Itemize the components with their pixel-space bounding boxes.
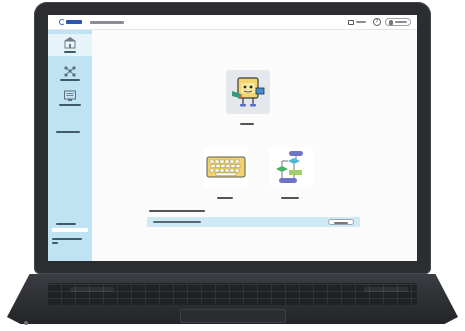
character-mascot-icon xyxy=(232,77,265,107)
keyboard-icon xyxy=(206,156,246,178)
laptop-keyboard xyxy=(48,283,417,305)
sidebar-item-network[interactable] xyxy=(48,62,92,84)
notice-bar xyxy=(147,217,360,227)
sidebar xyxy=(48,30,92,261)
app-logo[interactable] xyxy=(59,19,82,25)
record-button[interactable] xyxy=(345,18,369,26)
sidebar-footer-text xyxy=(52,238,82,240)
sidebar-bottom-button[interactable] xyxy=(52,228,88,232)
notice-button[interactable] xyxy=(328,219,354,225)
notice-text xyxy=(153,221,201,223)
featured-tile[interactable] xyxy=(226,70,270,114)
notice-heading xyxy=(149,210,205,212)
flowchart-tile-label xyxy=(281,197,299,199)
app-title xyxy=(90,20,124,24)
top-bar-actions: ? xyxy=(345,18,411,26)
notice-button-label xyxy=(334,221,348,224)
main-content xyxy=(92,30,417,261)
flowchart-icon xyxy=(276,151,303,183)
keyboard-tile[interactable] xyxy=(204,147,248,187)
laptop-lid: ? xyxy=(34,2,431,274)
flowchart-tile[interactable] xyxy=(269,147,313,187)
user-button[interactable] xyxy=(385,18,411,26)
record-icon xyxy=(348,19,354,25)
record-label xyxy=(356,21,366,23)
laptop-touchpad xyxy=(180,309,286,323)
sidebar-item-label xyxy=(64,51,76,53)
logo-text xyxy=(66,20,82,24)
featured-tile-label xyxy=(240,123,254,125)
sidebar-footer-text-2 xyxy=(52,242,58,244)
help-icon[interactable]: ? xyxy=(373,18,381,26)
laptop-screen: ? xyxy=(48,15,417,261)
logo-mark-icon xyxy=(59,19,65,25)
sidebar-item-home[interactable] xyxy=(48,34,92,56)
indicator-light xyxy=(24,321,28,325)
user-label xyxy=(395,21,407,23)
sidebar-item-label xyxy=(59,104,81,106)
top-bar: ? xyxy=(48,15,417,30)
sidebar-item-monitor[interactable] xyxy=(48,87,92,109)
school-building-icon xyxy=(64,37,76,49)
keyboard-tile-label xyxy=(217,197,233,199)
sidebar-item-label xyxy=(60,79,80,81)
monitor-list-icon xyxy=(64,90,76,101)
sidebar-bottom-label xyxy=(56,223,76,225)
network-nodes-icon xyxy=(64,66,76,77)
sidebar-item-text-only[interactable] xyxy=(56,131,80,133)
person-icon xyxy=(389,19,393,25)
